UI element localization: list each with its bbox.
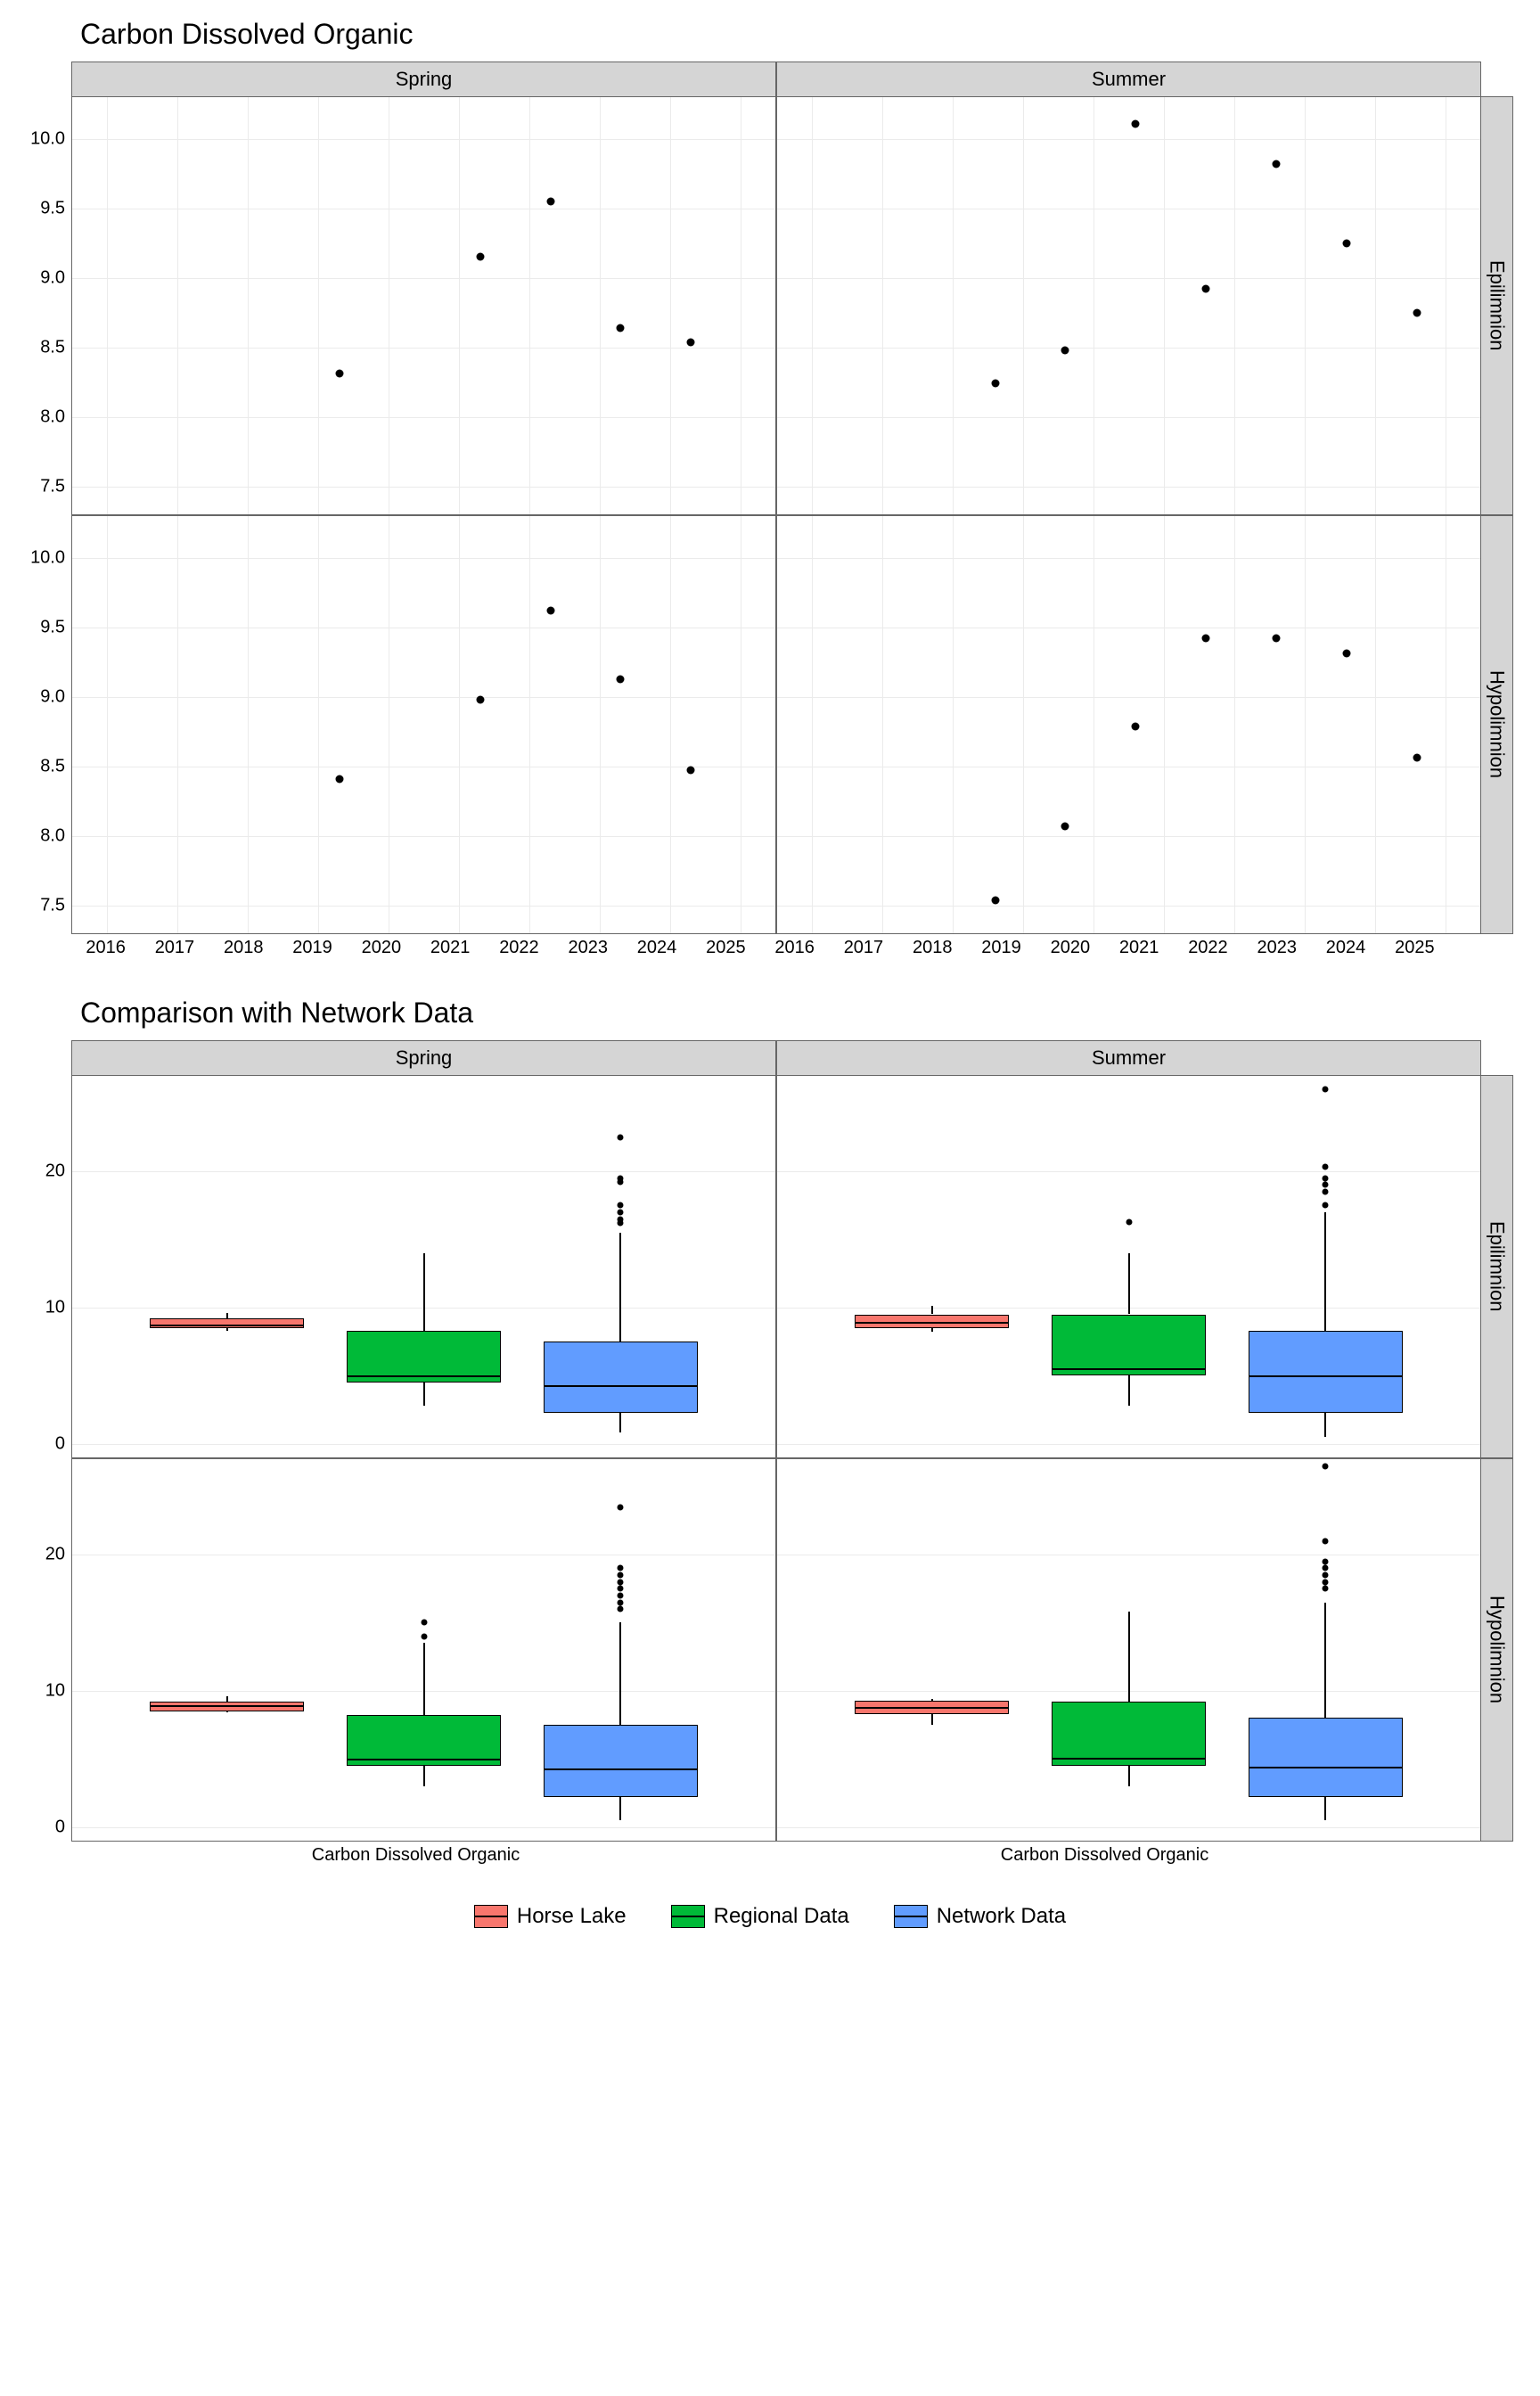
chart-title: Comparison with Network Data (80, 997, 1522, 1030)
data-point (687, 338, 695, 346)
box-network-data (1249, 1331, 1404, 1413)
data-point (991, 380, 999, 388)
data-point (1343, 650, 1351, 658)
box-horse-lake (855, 1701, 1010, 1714)
data-point (335, 775, 343, 783)
data-point (476, 695, 484, 703)
x-axis-ticks: 2016201720182019202020212022202320242025… (71, 934, 1481, 961)
data-point (687, 767, 695, 775)
col-facet-summer: Summer (776, 62, 1481, 96)
data-point (1061, 822, 1069, 830)
panel-summer-epi (776, 96, 1481, 515)
box-network-data (544, 1725, 699, 1797)
legend-swatch (474, 1905, 508, 1928)
x-axis-ticks-box: Carbon Dissolved Organic Carbon Dissolve… (71, 1842, 1481, 1868)
data-point (546, 198, 554, 206)
legend-label: Regional Data (714, 1904, 849, 1929)
box-regional-data (347, 1331, 502, 1383)
panel-spring-epi: 7.58.08.59.09.510.0 (71, 96, 776, 515)
data-point (617, 675, 625, 683)
legend-item-network: Network Data (894, 1904, 1066, 1929)
row-facet-hypo: Hypolimnion (1481, 515, 1513, 934)
data-point (476, 253, 484, 261)
legend-label: Horse Lake (517, 1904, 627, 1929)
box-horse-lake (855, 1315, 1010, 1328)
data-point (617, 324, 625, 332)
data-point (1132, 722, 1140, 730)
box-regional-data (347, 1715, 502, 1766)
legend: Horse Lake Regional Data Network Data (18, 1904, 1522, 1929)
boxplot-chart: Comparison with Network Data Results (mg… (18, 997, 1522, 1868)
data-point (991, 896, 999, 904)
data-point (1413, 754, 1421, 762)
row-facet-epi: Epilimnion (1481, 1075, 1513, 1458)
legend-item-regional: Regional Data (671, 1904, 849, 1929)
data-point (1202, 635, 1210, 643)
box-panel-summer-epi (776, 1075, 1481, 1458)
data-point (335, 370, 343, 378)
box-regional-data (1052, 1315, 1207, 1376)
box-network-data (1249, 1718, 1404, 1797)
data-point (1343, 239, 1351, 247)
col-facet-summer: Summer (776, 1040, 1481, 1075)
panel-spring-hypo: 7.58.08.59.09.510.0 (71, 515, 776, 934)
box-network-data (544, 1342, 699, 1412)
scatter-chart: Carbon Dissolved Organic Result (mg/L) S… (18, 18, 1522, 961)
legend-swatch (671, 1905, 705, 1928)
data-point (1061, 346, 1069, 354)
chart-title: Carbon Dissolved Organic (80, 18, 1522, 51)
row-facet-epi: Epilimnion (1481, 96, 1513, 515)
legend-item-horse: Horse Lake (474, 1904, 627, 1929)
data-point (1132, 119, 1140, 127)
box-panel-spring-epi: 01020 (71, 1075, 776, 1458)
data-point (1202, 285, 1210, 293)
row-facet-hypo: Hypolimnion (1481, 1458, 1513, 1842)
legend-swatch (894, 1905, 928, 1928)
box-horse-lake (150, 1702, 305, 1711)
col-facet-spring: Spring (71, 1040, 776, 1075)
data-point (1273, 160, 1281, 168)
panel-summer-hypo (776, 515, 1481, 934)
facet-grid-box: Results (mg/L) Spring Summer 01020 Epili… (71, 1040, 1513, 1842)
box-horse-lake (150, 1318, 305, 1328)
data-point (1413, 308, 1421, 316)
data-point (546, 607, 554, 615)
data-point (1273, 635, 1281, 643)
col-facet-spring: Spring (71, 62, 776, 96)
legend-label: Network Data (937, 1904, 1066, 1929)
facet-grid: Result (mg/L) Spring Summer 7.58.08.59.0… (71, 62, 1513, 934)
box-panel-summer-hypo (776, 1458, 1481, 1842)
box-panel-spring-hypo: 01020 (71, 1458, 776, 1842)
box-regional-data (1052, 1702, 1207, 1766)
